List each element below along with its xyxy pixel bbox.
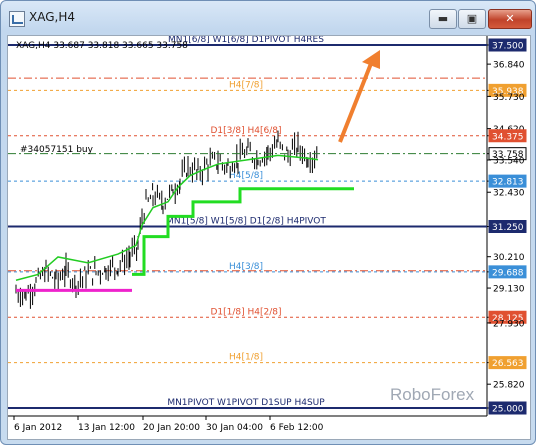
minimize-button[interactable]: ▬ — [429, 9, 457, 29]
time-label: 6 Feb 12:00 — [270, 423, 324, 433]
price-label: 25.820 — [493, 381, 525, 391]
forecast-arrow-icon — [338, 50, 380, 143]
price-tag-label: 29.688 — [492, 268, 524, 278]
chart-window: XAG,H4 ▬ ▣ ✕ MN1[6/8] W1[6/8] D1PIVOT H4… — [0, 0, 536, 445]
time-label: 13 Jan 12:00 — [78, 423, 135, 433]
close-button[interactable]: ✕ — [488, 9, 532, 29]
price-tag-label: 34.375 — [492, 132, 524, 142]
price-label: 35.730 — [493, 93, 525, 103]
window-titlebar[interactable]: XAG,H4 ▬ ▣ ✕ — [1, 1, 535, 35]
level-label: H4[5/8] — [229, 171, 263, 181]
chart-area[interactable]: MN1[6/8] W1[6/8] D1PIVOT H4RES H4[7/8] D1[… — [7, 35, 531, 440]
price-label: 32.430 — [493, 189, 525, 199]
level-label: D1[3/8] H4[6/8] — [210, 126, 281, 136]
window-title: XAG,H4 — [29, 10, 75, 24]
price-chart[interactable]: MN1[6/8] W1[6/8] D1PIVOT H4RES H4[7/8] D1[… — [8, 36, 530, 439]
symbol-ohlc-label: XAG,H4 33.687 33.818 33.665 33.758 — [16, 41, 188, 51]
level-label: H4[1/8] — [229, 353, 263, 363]
price-tag-label: 32.813 — [492, 178, 524, 188]
level-label: MN1PIVOT W1PIVOT D1SUP H4SUP — [167, 398, 325, 408]
level-label: MN1[6/8] W1[6/8] D1PIVOT H4RES — [168, 36, 324, 45]
murrey-levels: MN1[6/8] W1[6/8] D1PIVOT H4RES H4[7/8] D1[… — [8, 36, 487, 409]
chart-window-icon — [9, 11, 25, 27]
price-label: 33.540 — [493, 156, 525, 166]
time-axis-labels: 6 Jan 2012 13 Jan 12:00 20 Jan 20:00 30 Jan… — [13, 416, 324, 433]
price-label: 27.930 — [493, 319, 525, 329]
price-label: 30.210 — [493, 253, 525, 263]
order-label: #34057151 buy — [20, 145, 94, 155]
time-label: 6 Jan 2012 — [14, 423, 62, 433]
time-label: 30 Jan 04:00 — [206, 423, 263, 433]
price-label: 29.130 — [493, 285, 525, 295]
watermark: RoboForex — [390, 385, 475, 404]
time-label: 20 Jan 20:00 — [143, 423, 200, 433]
level-label: H4[7/8] — [229, 80, 263, 90]
price-label: 36.840 — [493, 61, 525, 71]
maximize-button[interactable]: ▣ — [458, 9, 486, 29]
price-tag-label: 31.250 — [492, 223, 524, 233]
price-axis-labels: 37.50036.84035.93835.73034.62034.37533.7… — [487, 38, 527, 415]
price-tag-label: 26.563 — [492, 359, 524, 369]
price-tag-label: 25.000 — [492, 405, 524, 415]
level-label: MN1[5/8] W1[5/8] D1[2/8] H4PIVOT — [166, 217, 326, 227]
level-label: D1[1/8] H4[2/8] — [210, 307, 281, 317]
price-tag-label: 37.500 — [492, 42, 524, 52]
